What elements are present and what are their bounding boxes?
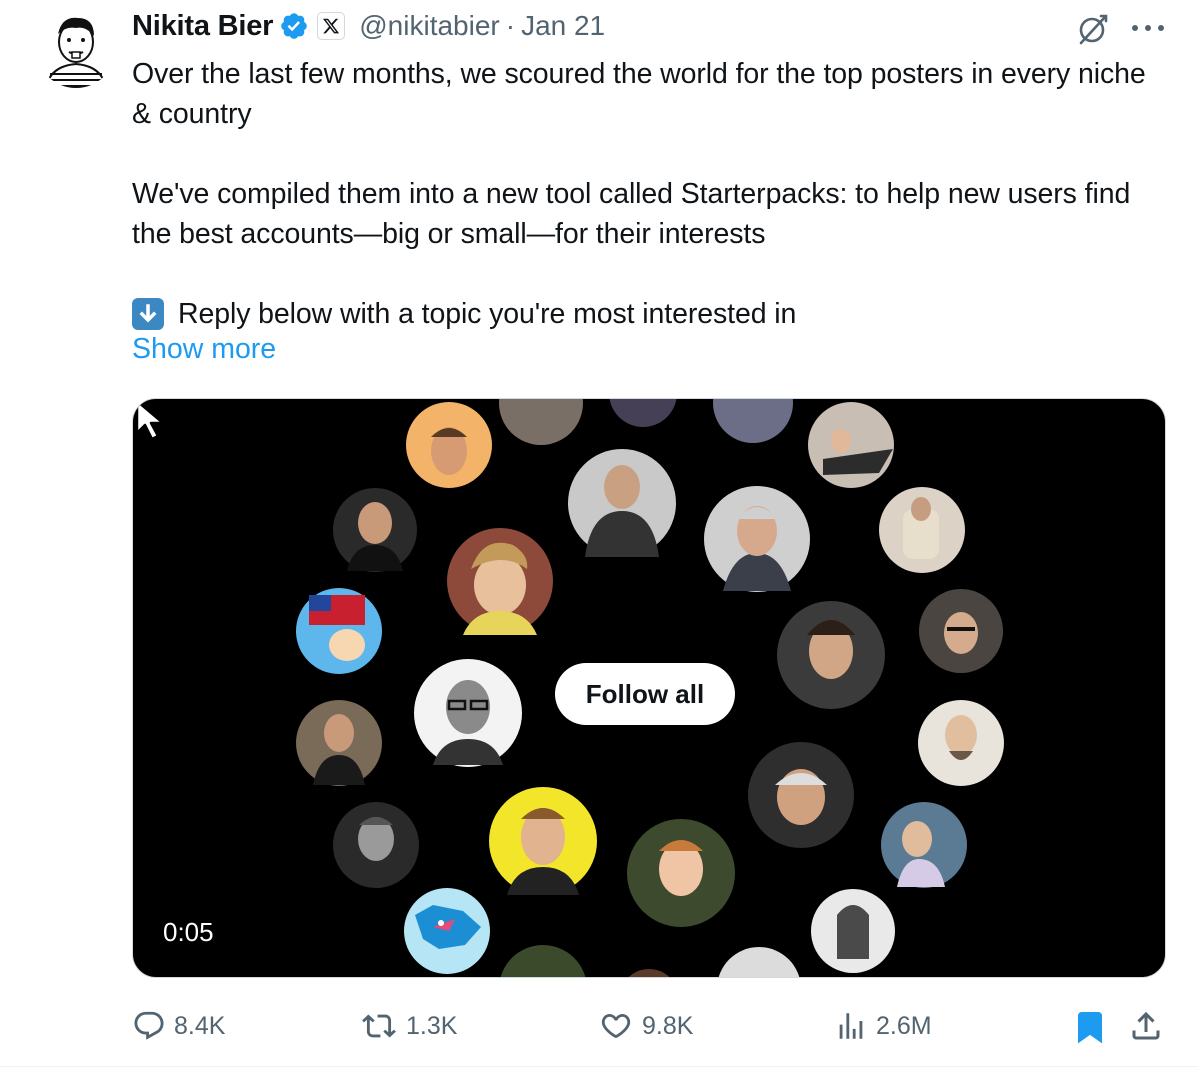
author-avatar[interactable] <box>36 8 116 88</box>
profile-avatar <box>704 486 810 592</box>
author-name[interactable]: Nikita Bier <box>132 10 273 43</box>
mouse-cursor-icon <box>135 399 165 441</box>
profile-avatar <box>296 588 382 674</box>
profile-avatar <box>333 802 419 888</box>
tweet-text: Over the last few months, we scoured the… <box>132 54 1172 334</box>
like-button[interactable]: 9.8K <box>598 1004 693 1048</box>
repost-button[interactable]: 1.3K <box>360 1004 457 1048</box>
views-button[interactable]: 2.6M <box>834 1004 932 1048</box>
repost-icon <box>362 1014 396 1038</box>
show-more-link[interactable]: Show more <box>132 333 276 366</box>
bookmark-icon[interactable] <box>1072 1008 1108 1046</box>
action-bar: 8.4K 1.3K 9.8K 2.6M <box>132 1004 1172 1048</box>
profile-avatar <box>333 488 417 572</box>
video-player[interactable]: Follow all 0:05 <box>132 398 1166 978</box>
repost-count: 1.3K <box>406 1011 458 1040</box>
views-count: 2.6M <box>876 1011 932 1040</box>
video-timestamp: 0:05 <box>163 917 214 947</box>
tweet-paragraph: Over the last few months, we scoured the… <box>132 58 1146 130</box>
verified-badge-icon[interactable] <box>279 11 309 41</box>
profile-avatar <box>568 449 676 557</box>
tweet-header: Nikita Bier @nikitabier · Jan 21 <box>132 6 605 46</box>
profile-avatar <box>748 742 854 848</box>
tweet-paragraph: We've compiled them into a new tool call… <box>132 178 1131 250</box>
down-arrow-emoji-icon <box>132 298 164 330</box>
profile-avatar <box>296 700 382 786</box>
profile-avatar <box>879 487 965 573</box>
profile-avatar <box>489 787 597 895</box>
profile-avatar <box>881 802 967 888</box>
views-icon <box>839 1013 863 1039</box>
profile-avatar <box>811 889 895 973</box>
share-icon[interactable] <box>1128 1008 1164 1044</box>
profile-avatar <box>447 528 553 635</box>
profile-avatar <box>777 601 885 709</box>
reply-icon <box>134 1011 164 1040</box>
grok-icon[interactable] <box>1072 10 1112 50</box>
mrbeast-logo <box>404 888 490 974</box>
follow-all-button[interactable]: Follow all <box>555 663 735 725</box>
separator-dot: · <box>505 10 516 41</box>
author-handle[interactable]: @nikitabier <box>359 10 499 42</box>
x-logo-icon[interactable] <box>317 12 346 40</box>
profile-avatar <box>808 402 894 488</box>
profile-avatar <box>627 819 735 927</box>
profile-avatar <box>918 700 1004 786</box>
profile-avatar <box>414 659 522 767</box>
more-icon[interactable] <box>1128 10 1168 46</box>
divider <box>0 1066 1198 1067</box>
like-count: 9.8K <box>642 1011 694 1040</box>
reply-button[interactable]: 8.4K <box>132 1004 225 1048</box>
reply-count: 8.4K <box>174 1011 226 1040</box>
like-icon <box>601 1013 631 1039</box>
tweet-card[interactable]: Nikita Bier @nikitabier · Jan 21 Over th… <box>0 0 1198 1070</box>
tweet-date[interactable]: Jan 21 <box>521 10 605 42</box>
tweet-paragraph: Reply below with a topic you're most int… <box>132 294 1172 334</box>
profile-avatar <box>406 402 492 488</box>
tweet-paragraph-text: Reply below with a topic you're most int… <box>178 298 797 330</box>
profile-avatar <box>919 589 1003 673</box>
